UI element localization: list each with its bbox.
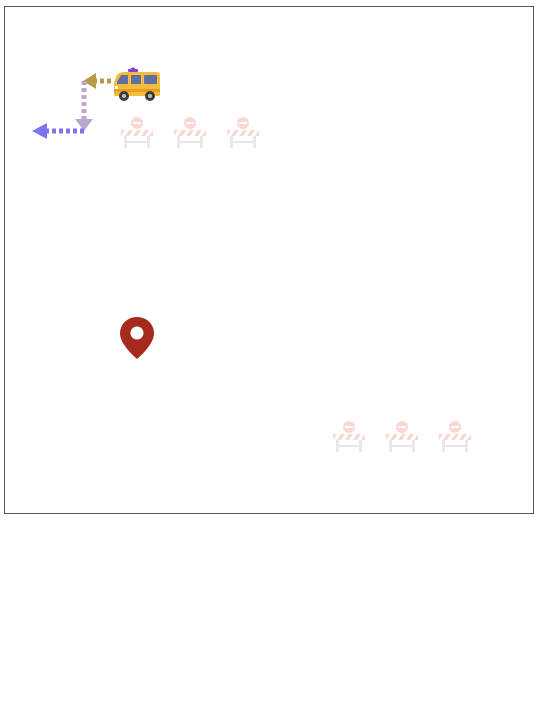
path-arrow-left-1 <box>83 73 111 89</box>
path-arrow-down <box>75 81 93 131</box>
road-barrier-icon <box>439 421 471 452</box>
map-pin-icon <box>120 317 154 359</box>
road-barrier-icon <box>121 117 153 148</box>
road-barrier-icon <box>174 117 206 148</box>
road-barrier-icon <box>333 421 365 452</box>
road-barrier-icon <box>227 117 259 148</box>
road-barrier-icon <box>386 421 418 452</box>
yellow-van-icon <box>114 67 160 101</box>
barrier-row-bottom <box>332 421 472 453</box>
game-board <box>4 6 534 514</box>
barrier-row-top <box>120 117 260 149</box>
path-arrow-left-2 <box>32 123 84 139</box>
